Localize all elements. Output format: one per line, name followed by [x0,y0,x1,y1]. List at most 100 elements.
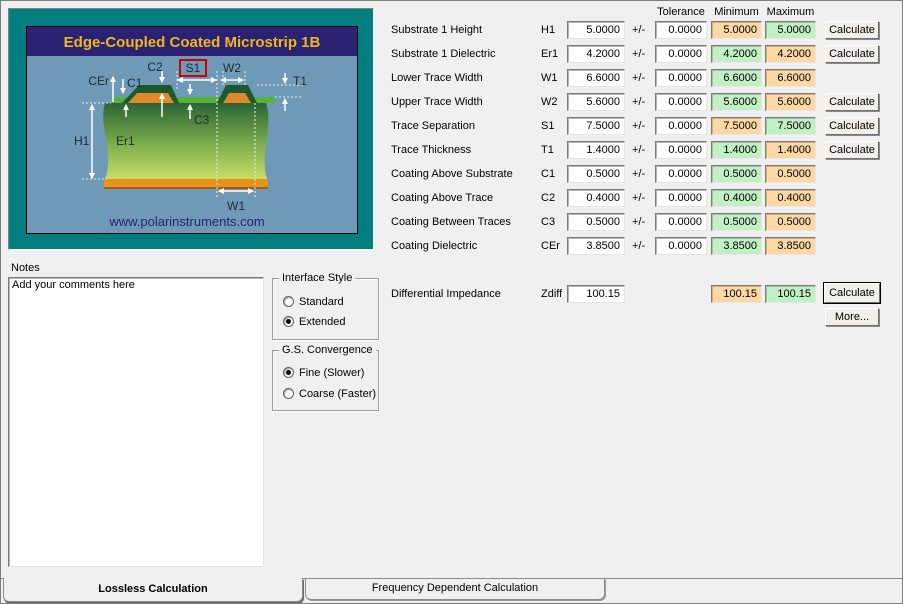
calculate-impedance-button[interactable]: Calculate [824,283,880,303]
tolerance-input[interactable] [655,93,707,111]
parameter-label: Coating Dielectric [391,240,541,252]
parameter-value-input[interactable] [567,165,625,183]
parameter-value-input[interactable] [567,21,625,39]
parameter-value-input[interactable] [567,93,625,111]
maximum-value-cell: 0.5000 [765,165,816,183]
parameter-symbol: H1 [541,24,567,36]
impedance-minimum-cell: 100.15 [711,285,762,303]
plus-minus-label: +/- [632,48,652,60]
tolerance-input[interactable] [655,141,707,159]
radio-button-icon[interactable] [283,367,294,378]
maximum-value-cell: 4.2000 [765,45,816,63]
tolerance-input[interactable] [655,45,707,63]
parameter-value-input[interactable] [567,213,625,231]
tolerance-input[interactable] [655,165,707,183]
maximum-value-cell: 0.5000 [765,213,816,231]
maximum-value-cell: 6.6000 [765,69,816,87]
parameter-row: Trace Separation S1 +/- 7.5000 7.5000 Ca… [1,117,903,137]
result-label: Differential Impedance [391,288,541,300]
plus-minus-label: +/- [632,216,652,228]
parameter-row: Substrate 1 Dielectric Er1 +/- 4.2000 4.… [1,45,903,65]
minimum-column-header: Minimum [711,6,762,18]
parameter-value-input[interactable] [567,117,625,135]
tab-frequency-dependent-calculation[interactable]: Frequency Dependent Calculation [305,579,605,600]
parameter-label: Substrate 1 Dielectric [391,48,541,60]
parameter-row: Substrate 1 Height H1 +/- 5.0000 5.0000 … [1,21,903,41]
maximum-value-cell: 3.8500 [765,237,816,255]
minimum-value-cell: 5.6000 [711,93,762,111]
tolerance-column-header: Tolerance [655,6,707,18]
gs-convergence-legend: G.S. Convergence [279,344,376,356]
gs-convergence-group: G.S. Convergence Fine (Slower) Coarse (F… [272,350,379,411]
minimum-value-cell: 6.6000 [711,69,762,87]
radio-button-icon[interactable] [283,296,294,307]
parameter-label: Substrate 1 Height [391,24,541,36]
tolerance-input[interactable] [655,189,707,207]
calculation-tab-strip: Lossless Calculation Frequency Dependent… [1,578,903,604]
parameter-symbol: C3 [541,216,567,228]
parameter-row: Lower Trace Width W1 +/- 6.6000 6.6000 [1,69,903,89]
interface-style-group: Interface Style Standard Extended [272,278,379,340]
radio-fine-label: Fine (Slower) [299,367,364,379]
parameter-label: Trace Thickness [391,144,541,156]
microstrip-calculator-window: CEr C1 C2 S1 W2 T1 C3 H1 Er1 W1 Edge-Cou… [0,0,903,604]
minimum-value-cell: 0.5000 [711,165,762,183]
parameter-label: Upper Trace Width [391,96,541,108]
tolerance-input[interactable] [655,21,707,39]
calculate-button[interactable]: Calculate [825,45,879,63]
radio-button-icon[interactable] [283,388,294,399]
notes-label: Notes [11,262,40,274]
notes-textarea[interactable] [8,277,264,567]
calculate-button[interactable]: Calculate [825,93,879,111]
parameter-row: Upper Trace Width W2 +/- 5.6000 5.6000 C… [1,93,903,113]
parameter-symbol: Er1 [541,48,567,60]
parameter-value-input[interactable] [567,69,625,87]
parameter-row: Coating Above Substrate C1 +/- 0.5000 0.… [1,165,903,185]
interface-style-legend: Interface Style [279,272,355,284]
plus-minus-label: +/- [632,96,652,108]
plus-minus-label: +/- [632,240,652,252]
parameter-symbol: S1 [541,120,567,132]
minimum-value-cell: 4.2000 [711,45,762,63]
plus-minus-label: +/- [632,192,652,204]
minimum-value-cell: 3.8500 [711,237,762,255]
parameter-symbol: C1 [541,168,567,180]
parameter-row: Coating Between Traces C3 +/- 0.5000 0.5… [1,213,903,233]
tolerance-input[interactable] [655,117,707,135]
tolerance-input[interactable] [655,237,707,255]
parameter-value-input[interactable] [567,189,625,207]
maximum-value-cell: 1.4000 [765,141,816,159]
parameter-value-input[interactable] [567,237,625,255]
parameter-value-input[interactable] [567,141,625,159]
minimum-value-cell: 0.4000 [711,189,762,207]
plus-minus-label: +/- [632,168,652,180]
tolerance-input[interactable] [655,69,707,87]
parameter-row: Coating Dielectric CEr +/- 3.8500 3.8500 [1,237,903,257]
parameter-label: Coating Above Trace [391,192,541,204]
parameter-row: Trace Thickness T1 +/- 1.4000 1.4000 Cal… [1,141,903,161]
plus-minus-label: +/- [632,120,652,132]
parameter-label: Coating Above Substrate [391,168,541,180]
calculate-button[interactable]: Calculate [825,117,879,135]
radio-button-icon[interactable] [283,316,294,327]
parameter-symbol: C2 [541,192,567,204]
parameter-symbol: CEr [541,240,567,252]
parameter-row: Coating Above Trace C2 +/- 0.4000 0.4000 [1,189,903,209]
radio-extended-label: Extended [299,316,345,328]
impedance-value-input[interactable] [567,285,625,303]
calculate-button[interactable]: Calculate [825,21,879,39]
tab-lossless-calculation[interactable]: Lossless Calculation [3,578,303,602]
maximum-value-cell: 7.5000 [765,117,816,135]
parameter-label: Coating Between Traces [391,216,541,228]
parameter-value-input[interactable] [567,45,625,63]
maximum-value-cell: 0.4000 [765,189,816,207]
minimum-value-cell: 0.5000 [711,213,762,231]
calculate-button[interactable]: Calculate [825,141,879,159]
maximum-column-header: Maximum [765,6,816,18]
maximum-value-cell: 5.0000 [765,21,816,39]
maximum-value-cell: 5.6000 [765,93,816,111]
radio-standard-label: Standard [299,296,344,308]
more-button[interactable]: More... [825,308,879,326]
parameter-symbol: W2 [541,96,567,108]
tolerance-input[interactable] [655,213,707,231]
